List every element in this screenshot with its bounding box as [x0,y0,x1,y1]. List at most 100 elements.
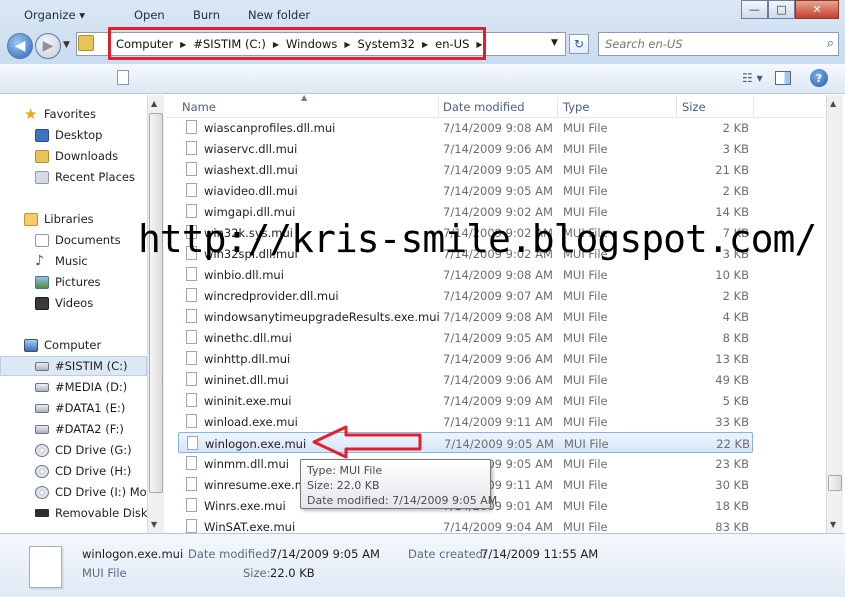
refresh-button[interactable]: ↻ [569,34,589,54]
file-date-modified: 7/14/2009 9:11 AM [443,415,553,429]
nav-recent-places[interactable]: Recent Places [0,167,147,187]
scroll-up-icon[interactable]: ▲ [830,99,836,108]
window-controls: — □ ✕ [741,0,839,19]
file-row[interactable]: wininet.dll.mui 7/14/2009 9:06 AM MUI File… [178,369,753,390]
file-row[interactable]: wininit.exe.mui 7/14/2009 9:09 AM MUI File… [178,390,753,411]
file-list-scroll-thumb[interactable] [828,475,842,491]
nav-pictures[interactable]: Pictures [0,272,147,292]
recent-pages-dropdown[interactable]: ▼ [63,40,70,50]
open-button[interactable]: Open [134,8,165,22]
column-name[interactable]: Name [182,100,216,114]
file-name: winlogon.exe.mui [205,437,307,451]
file-row[interactable]: windowsanytimeupgradeResults.exe.mui 7/14… [178,306,753,327]
scroll-up-icon[interactable]: ▲ [151,99,157,108]
new-folder-button[interactable]: New folder [248,8,310,22]
file-size: 21 KB [715,163,749,177]
nav-drive-e[interactable]: #DATA1 (E:) [0,398,147,418]
address-dropdown-button[interactable]: ▼ [551,38,558,48]
navigation-scroll-thumb[interactable] [149,113,163,493]
nav-label: Computer [44,338,102,352]
file-row[interactable]: winlogon.exe.mui 7/14/2009 9:05 AM MUI Fil… [178,432,753,453]
forward-button[interactable]: ▶ [35,33,61,59]
file-type: MUI File [563,394,608,408]
file-icon [186,288,197,302]
column-type[interactable]: Type [563,100,589,114]
file-date-modified: 7/14/2009 9:09 AM [443,394,553,408]
maximize-button[interactable]: □ [768,0,795,19]
file-type: MUI File [563,373,608,387]
details-size-label: Size: [243,566,271,580]
nav-downloads[interactable]: Downloads [0,146,147,166]
column-divider[interactable] [676,97,677,116]
nav-drive-d[interactable]: #MEDIA (D:) [0,377,147,397]
change-view-icon[interactable]: ☷ ▾ [742,71,763,85]
nav-drive-c[interactable]: #SISTIM (C:) [0,356,147,376]
file-list-scrollbar[interactable]: ▲ ▼ [826,95,843,533]
nav-documents[interactable]: Documents [0,230,147,250]
nav-libraries[interactable]: Libraries [0,209,147,229]
nav-label: Recent Places [55,170,135,184]
nav-videos[interactable]: Videos [0,293,147,313]
column-divider[interactable] [438,97,439,116]
nav-favorites[interactable]: ★ Favorites [0,104,147,124]
nav-drive-g[interactable]: CD Drive (G:) [0,440,147,460]
nav-removable-disk[interactable]: Removable Disk ( [0,503,147,523]
libraries-icon [24,212,38,226]
hard-drive-icon [35,382,49,392]
file-row[interactable]: wiaservc.dll.mui 7/14/2009 9:06 AM MUI Fil… [178,138,753,159]
column-date-modified[interactable]: Date modified [443,100,525,114]
file-row[interactable]: wiascanprofiles.dll.mui 7/14/2009 9:08 AM… [178,117,753,138]
file-size: 10 KB [715,268,749,282]
back-button[interactable]: ◀ [7,33,33,59]
red-arrow-icon [312,425,422,459]
close-button[interactable]: ✕ [795,0,839,19]
file-date-modified: 7/14/2009 9:06 AM [443,352,553,366]
file-icon [186,414,197,428]
file-size: 18 KB [715,499,749,513]
details-date-created-label: Date created: [408,547,487,561]
help-icon[interactable]: ? [810,69,828,87]
file-row[interactable]: wincredprovider.dll.mui 7/14/2009 9:07 AM… [178,285,753,306]
nav-label: Downloads [55,149,119,163]
scroll-down-icon[interactable]: ▼ [151,520,157,529]
file-name: wincredprovider.dll.mui [204,289,339,303]
file-type: MUI File [563,184,608,198]
column-size[interactable]: Size [682,100,706,114]
file-row[interactable]: winhttp.dll.mui 7/14/2009 9:06 AM MUI File… [178,348,753,369]
nav-label: Music [55,254,88,268]
file-size: 13 KB [715,352,749,366]
search-input[interactable] [605,37,815,51]
file-type: MUI File [563,478,608,492]
star-icon: ★ [24,104,38,123]
nav-label: Videos [55,296,94,310]
file-icon [187,436,198,450]
file-row[interactable]: winbio.dll.mui 7/14/2009 9:08 AM MUI File 1… [178,264,753,285]
file-name: windowsanytimeupgradeResults.exe.mui [204,310,440,324]
nav-drive-f[interactable]: #DATA2 (F:) [0,419,147,439]
minimize-button[interactable]: — [741,0,768,19]
file-row[interactable]: WinSAT.exe.mui 7/14/2009 9:04 AM MUI File 8… [178,516,753,533]
nav-computer[interactable]: Computer [0,335,147,355]
nav-label: Documents [55,233,121,247]
file-date-modified: 7/14/2009 9:05 AM [443,331,553,345]
sort-ascending-icon: ▲ [301,95,308,102]
navigation-scrollbar[interactable]: ▲ ▼ [147,95,164,533]
file-row[interactable]: winload.exe.mui 7/14/2009 9:11 AM MUI File… [178,411,753,432]
column-divider[interactable] [753,97,754,116]
organize-button[interactable]: Organize ▾ [24,8,85,22]
search-icon[interactable]: ⌕ [827,36,834,51]
nav-drive-i[interactable]: CD Drive (I:) Moc [0,482,147,502]
file-row[interactable]: wiashext.dll.mui 7/14/2009 9:05 AM MUI Fil… [178,159,753,180]
file-icon [186,477,197,491]
nav-drive-h[interactable]: CD Drive (H:) [0,461,147,481]
nav-music[interactable]: ♪ Music [0,251,147,271]
column-divider[interactable] [557,97,558,116]
file-row[interactable]: winethc.dll.mui 7/14/2009 9:05 AM MUI File… [178,327,753,348]
scroll-down-icon[interactable]: ▼ [830,520,836,529]
nav-desktop[interactable]: Desktop [0,125,147,145]
preview-pane-icon[interactable] [775,71,791,85]
burn-button[interactable]: Burn [193,8,220,22]
file-row[interactable]: wiavideo.dll.mui 7/14/2009 9:05 AM MUI Fil… [178,180,753,201]
file-type: MUI File [563,310,608,324]
forward-arrow-icon: ▶ [42,38,54,54]
